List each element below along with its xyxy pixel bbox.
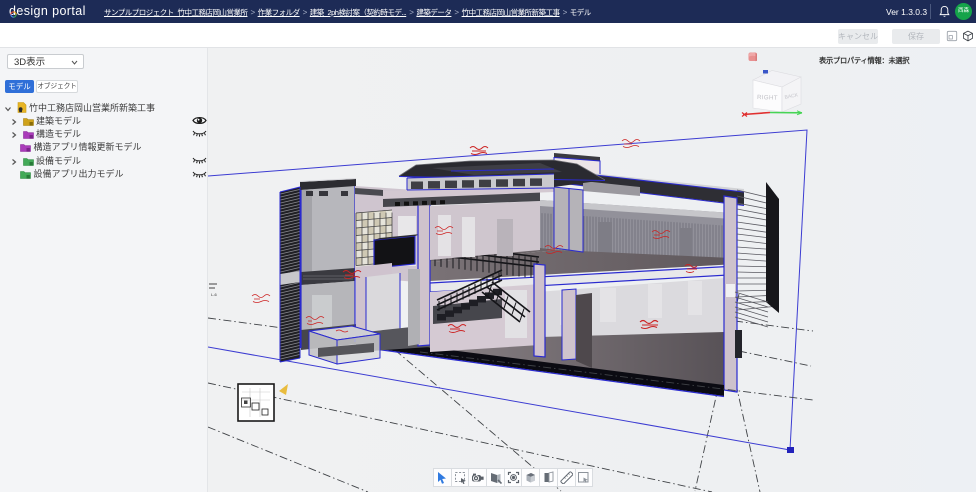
svg-text:表示プロパティ情報：未選択: 表示プロパティ情報：未選択 <box>818 56 910 65</box>
svg-text:RIGHT: RIGHT <box>757 94 778 102</box>
svg-text:L-6: L-6 <box>211 292 218 297</box>
